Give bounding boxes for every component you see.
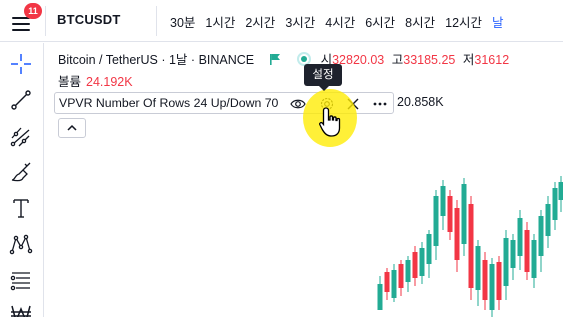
symbol-legend: Bitcoin / TetherUS · 1날 · BINANCE 시32820… — [58, 49, 509, 68]
candle-body — [405, 260, 411, 282]
crosshair-icon[interactable] — [6, 49, 36, 79]
top-toolbar: 11 BTCUSDT 30분 1시간 2시간 3시간 4시간 6시간 8시간 12시간 날 — [0, 0, 563, 42]
interval-1[interactable]: 30분 — [170, 12, 195, 31]
candle-body — [475, 246, 481, 290]
candle-body — [489, 264, 495, 310]
legend-separator: · — [161, 53, 166, 67]
indicator-value: 20.858K — [397, 95, 444, 109]
legend-separator: · — [190, 53, 196, 67]
candle-body — [538, 216, 544, 256]
candlestick-chart[interactable] — [366, 160, 563, 317]
exchange-label: BINANCE — [198, 53, 255, 67]
high-value: 33185.25 — [403, 53, 456, 67]
candle-body — [461, 184, 467, 244]
candle-body — [524, 230, 530, 272]
timeframe-label: 1날 — [168, 53, 188, 67]
interval-7[interactable]: 8시간 — [405, 12, 435, 31]
volume-label: 볼륨 — [58, 75, 82, 89]
candle-body — [545, 204, 551, 236]
interval-5[interactable]: 4시간 — [325, 12, 355, 31]
candle-body — [454, 208, 460, 260]
symbol-search-button[interactable]: BTCUSDT — [57, 12, 121, 27]
trend-line-icon[interactable] — [6, 85, 36, 115]
candle-body — [426, 234, 432, 264]
candle-body — [552, 188, 558, 220]
interval-2[interactable]: 1시간 — [205, 12, 235, 31]
toolbar-divider — [45, 6, 46, 36]
interval-3[interactable]: 2시간 — [245, 12, 275, 31]
candle-body — [482, 260, 488, 300]
more-icon[interactable] — [371, 95, 389, 113]
pattern-icon[interactable] — [6, 229, 36, 259]
low-label: 저 — [462, 53, 475, 67]
settings-tooltip: 설정 — [304, 64, 342, 91]
pitchfork-icon[interactable] — [6, 121, 36, 151]
candle-body — [531, 240, 537, 278]
interval-9[interactable]: 날 — [492, 12, 504, 31]
interval-4[interactable]: 3시간 — [285, 12, 315, 31]
candle-body — [468, 204, 474, 288]
hand-cursor-icon — [319, 107, 341, 137]
candle-body — [419, 248, 425, 276]
pair-name[interactable]: Bitcoin / TetherUS — [58, 53, 158, 67]
candle-body — [433, 196, 439, 246]
interval-6[interactable]: 6시간 — [365, 12, 395, 31]
brush-icon[interactable] — [6, 157, 36, 187]
won-currency-icon[interactable] — [6, 298, 36, 317]
candle-body — [496, 262, 502, 300]
fib-levels-icon[interactable] — [6, 265, 36, 295]
text-icon[interactable] — [6, 193, 36, 223]
notification-badge: 11 — [24, 3, 42, 19]
candle-body — [517, 218, 523, 256]
interval-8[interactable]: 12시간 — [445, 12, 482, 31]
green-flag-icon[interactable] — [269, 54, 280, 65]
low-value: 31612 — [474, 53, 510, 67]
candle-body — [503, 238, 509, 286]
candle-body — [398, 264, 404, 288]
candle-body — [510, 240, 516, 268]
toolbar-divider — [156, 6, 157, 36]
candle-body — [384, 272, 390, 292]
candle-body — [391, 270, 397, 298]
indicator-name[interactable]: VPVR Number Of Rows 24 Up/Down 70 — [59, 96, 278, 110]
volume-legend: 볼륨 24.192K — [58, 71, 133, 90]
candle-body — [447, 196, 453, 232]
candle-body — [440, 186, 446, 216]
interval-list: 30분 1시간 2시간 3시간 4시간 6시간 8시간 12시간 날 — [170, 12, 514, 31]
candle-body — [412, 252, 418, 278]
candle-body — [377, 284, 383, 310]
high-label: 고 — [391, 53, 404, 67]
volume-value: 24.192K — [86, 75, 133, 89]
drawing-toolbar — [0, 43, 44, 317]
chevron-up-icon[interactable] — [58, 118, 86, 138]
candle-body — [558, 182, 563, 200]
